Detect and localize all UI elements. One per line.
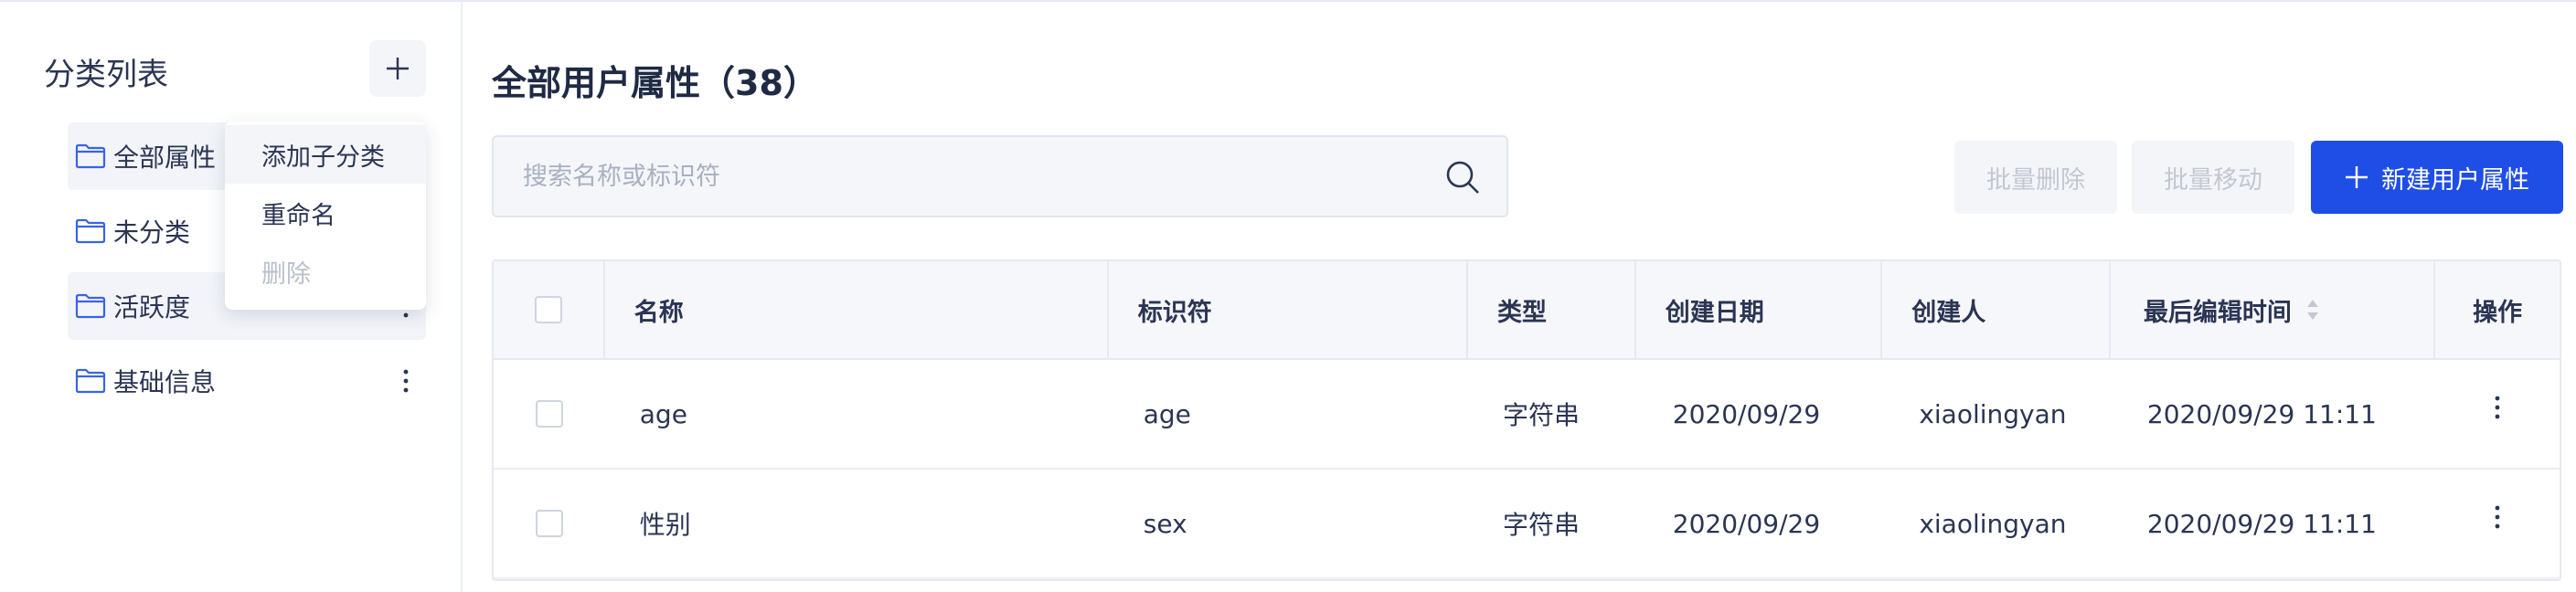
search-icon[interactable] [1444,159,1481,196]
more-vertical-icon[interactable] [2488,394,2507,421]
table-row: age age 字符串 2020/09/29 xiaolingyan 2020/… [494,360,2560,470]
batch-move-button[interactable]: 批量移动 [2132,141,2294,214]
column-header-last-edited[interactable]: 最后编辑时间 [2111,261,2436,358]
category-label: 未分类 [113,217,191,248]
sort-icon[interactable] [2305,297,2321,322]
menu-item-add-subcategory[interactable]: 添加子分类 [225,125,426,184]
create-button-label: 新建用户属性 [2381,165,2529,195]
cell-creator: xiaolingyan [1919,398,2067,429]
folder-icon [75,293,106,319]
cell-name: 性别 [639,510,691,540]
cell-actions [2435,470,2560,577]
cell-type: 字符串 [1503,510,1581,540]
cell-identifier: age [1143,398,1191,429]
cell-identifier: sex [1143,508,1187,539]
menu-item-delete: 删除 [261,259,311,289]
table-header: 名称 标识符 类型 创建日期 创建人 最后编辑时间 操作 [494,261,2560,360]
column-header-creator: 创建人 [1882,261,2111,358]
category-context-menu: 添加子分类 重命名 删除 [225,122,426,310]
cell-actions [2435,360,2560,468]
column-header-name: 名称 [605,261,1109,358]
search-input[interactable] [523,162,1437,191]
folder-icon [75,143,106,169]
cell-last-edited: 2020/09/29 11:11 [2146,398,2377,429]
row-checkbox[interactable] [535,510,563,537]
folder-icon [75,368,106,394]
plus-icon [2346,166,2368,188]
category-label: 活跃度 [113,292,191,322]
cell-last-edited: 2020/09/29 11:11 [2146,508,2377,539]
cell-created-date: 2020/09/29 [1672,508,1821,539]
user-property-table: 名称 标识符 类型 创建日期 创建人 最后编辑时间 操作 age age 字符串… [492,259,2561,581]
row-check-cell [494,470,605,577]
column-header-identifier: 标识符 [1109,261,1469,358]
category-label: 全部属性 [113,143,217,173]
plus-icon [387,58,409,79]
sidebar-title: 分类列表 [44,57,168,93]
column-header-label: 最后编辑时间 [2143,298,2292,327]
category-label: 基础信息 [113,367,217,397]
more-vertical-icon[interactable] [397,367,415,395]
header-check-cell [494,261,605,358]
row-check-cell [494,360,605,468]
more-vertical-icon[interactable] [2488,503,2507,531]
category-sidebar: 分类列表 全部属性 未分类 活跃度 基础信息 添加子分类 重命名 删除 [0,2,463,592]
cell-type: 字符串 [1503,400,1581,430]
cell-created-date: 2020/09/29 [1672,398,1821,429]
add-category-button[interactable] [369,40,426,97]
table-row: 性别 sex 字符串 2020/09/29 xiaolingyan 2020/0… [494,470,2560,579]
search-box [492,135,1508,217]
cell-name: age [639,398,687,429]
create-user-property-button[interactable]: 新建用户属性 [2311,141,2563,214]
batch-delete-button[interactable]: 批量删除 [1954,141,2117,214]
page-title: 全部用户属性（38） [492,63,818,103]
column-header-actions: 操作 [2473,298,2523,327]
category-item-basic-info[interactable]: 基础信息 [68,347,426,415]
select-all-checkbox[interactable] [534,296,562,323]
folder-icon [75,218,106,244]
column-header-type: 类型 [1468,261,1636,358]
row-checkbox[interactable] [535,400,563,428]
menu-item-rename[interactable]: 重命名 [225,184,426,242]
cell-creator: xiaolingyan [1919,508,2067,539]
main-content: 全部用户属性（38） 批量删除 批量移动 新建用户属性 名称 标识符 类型 创建… [464,2,2576,592]
column-header-created-date: 创建日期 [1636,261,1883,358]
